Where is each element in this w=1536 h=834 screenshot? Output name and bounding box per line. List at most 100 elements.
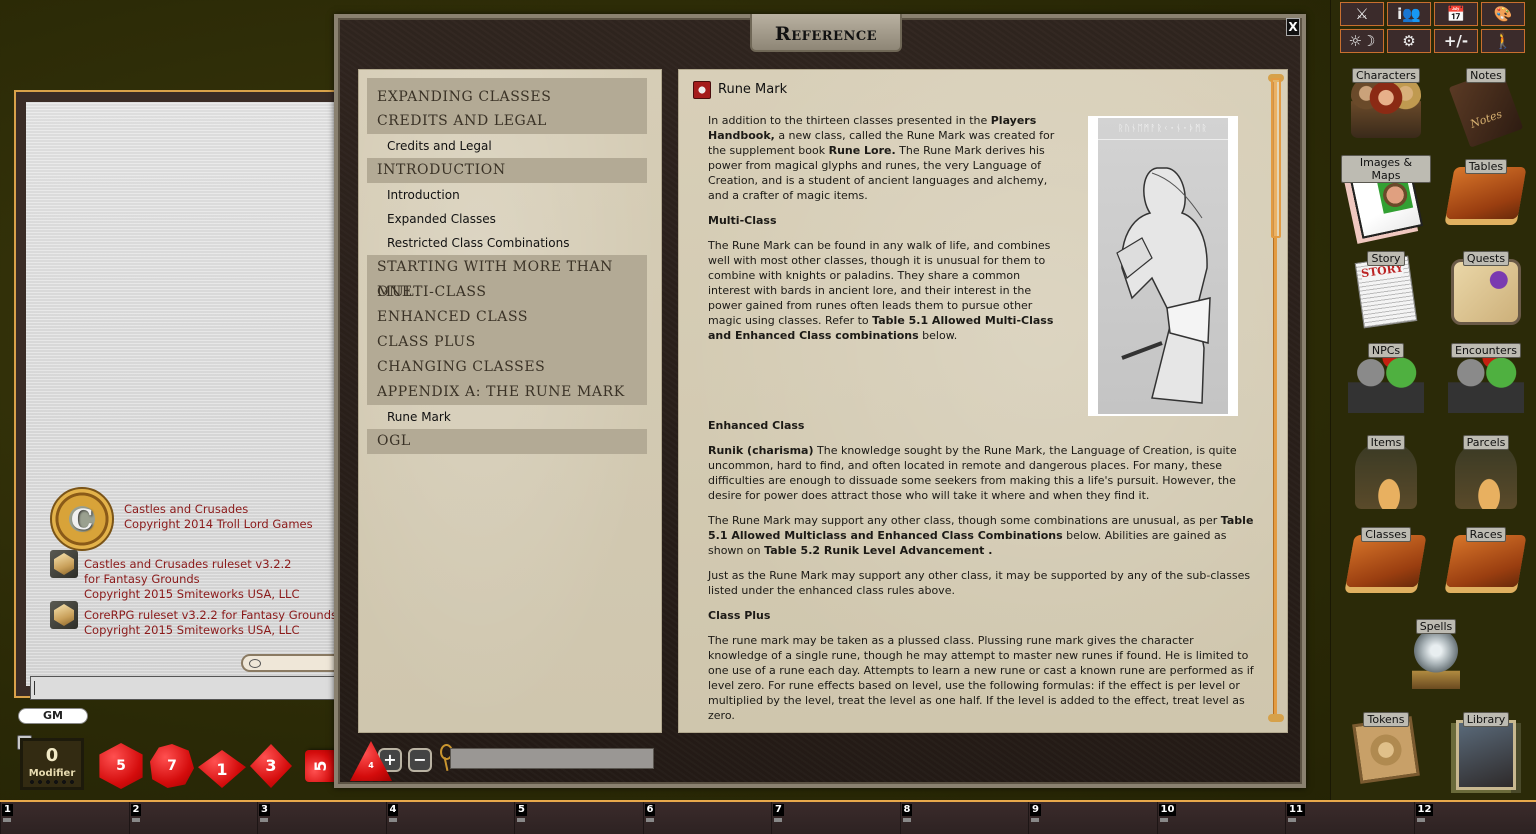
die-d6[interactable]: 5: [305, 750, 337, 782]
sidebar-item-items[interactable]: Items: [1341, 431, 1431, 517]
bold-text: Runik (charisma): [708, 444, 814, 457]
castles-crusades-logo-icon: [50, 487, 114, 551]
hotkey-slot[interactable]: 12: [1413, 802, 1536, 834]
bold-text: Table 5.2 Runik Level Advancement .: [764, 544, 993, 557]
bold-text: Rune Lore.: [828, 144, 896, 157]
die-d12[interactable]: 7: [150, 744, 194, 788]
hotkey-slot[interactable]: 10: [1156, 802, 1285, 834]
sidebar-item-label: Quests: [1462, 251, 1510, 266]
sidebar-item-notes[interactable]: Notes: [1441, 64, 1531, 150]
reference-content[interactable]: Rune Mark In addition to the thirteen cl…: [678, 69, 1288, 733]
modifier-value: 0: [45, 745, 59, 766]
hotkey-slot[interactable]: 7: [771, 802, 899, 834]
toc-section[interactable]: Multi-Class: [367, 280, 647, 305]
hotkey-number: 2: [130, 804, 142, 822]
hotkey-slot[interactable]: 11: [1285, 802, 1413, 834]
scrollbar-thumb[interactable]: [1271, 78, 1281, 238]
remove-button[interactable]: −: [408, 748, 432, 772]
sidebar-item-label: Encounters: [1451, 343, 1521, 358]
npc-icon: [1348, 351, 1424, 413]
modifier-label: Modifier: [28, 768, 76, 779]
search-input[interactable]: [450, 748, 654, 769]
spells-icon: [1412, 627, 1460, 689]
close-button[interactable]: X: [1286, 18, 1300, 36]
chat-entry: CoreRPG ruleset v3.2.2 for Fantasy Groun…: [84, 608, 337, 638]
die-d10[interactable]: 1: [198, 750, 246, 788]
toc-section[interactable]: Enhanced Class: [367, 305, 647, 330]
toc-section[interactable]: Expanding Classes: [367, 78, 647, 109]
options-button[interactable]: ⚙: [1387, 29, 1431, 53]
toc-item[interactable]: Credits and Legal: [367, 134, 647, 158]
sidebar-item-spells[interactable]: Spells: [1391, 615, 1481, 701]
hotkey-slot[interactable]: 4: [385, 802, 514, 834]
hotkey-number: 7: [773, 804, 784, 822]
hotkey-slot[interactable]: 1: [0, 802, 128, 834]
sidebar-item-images[interactable]: Images & Maps: [1341, 155, 1431, 241]
scrollbar-cap-bottom: [1268, 714, 1284, 722]
hotkey-slot[interactable]: 6: [642, 802, 771, 834]
chat-line: Castles and Crusades ruleset v3.2.2: [84, 557, 292, 571]
sidebar-item-label: Spells: [1415, 619, 1457, 634]
reference-title: Reference: [774, 23, 878, 45]
hotkey-slot[interactable]: 8: [899, 802, 1028, 834]
sidebar-item-tokens[interactable]: Tokens: [1341, 708, 1431, 794]
chat-line: Castles and Crusades: [124, 502, 249, 516]
content-scrollbar[interactable]: [1268, 74, 1284, 722]
modifier-box[interactable]: 0 Modifier: [20, 738, 84, 790]
hotkey-number: 1: [2, 804, 13, 822]
chat-log[interactable]: Castles and Crusades Copyright 2014 Trol…: [26, 102, 351, 700]
toc-section[interactable]: Credits and Legal: [367, 109, 647, 134]
die-d20[interactable]: 5: [99, 743, 143, 789]
toc-section[interactable]: Starting with more than one: [367, 255, 647, 300]
sidebar-item-characters[interactable]: Characters: [1341, 64, 1431, 150]
identity-gm-badge[interactable]: GM: [18, 708, 88, 724]
effects-button[interactable]: 🚶: [1481, 29, 1525, 53]
sidebar-item-classes[interactable]: Classes: [1341, 523, 1431, 609]
sidebar-item-parcels[interactable]: Parcels: [1441, 431, 1531, 517]
rune-mark-illustration[interactable]: ᚱᚢᚾᛖᛗᚨᚱᚲ·ᚾ·ᚦᛗᚱ: [1088, 116, 1238, 416]
items-icon: [1355, 443, 1417, 509]
sidebar-item-tables[interactable]: Tables: [1441, 155, 1531, 241]
die-d8[interactable]: 3: [250, 744, 292, 788]
tables-icon: [1445, 167, 1527, 219]
chat-input[interactable]: [30, 676, 342, 700]
toc-section[interactable]: Appendix A: The Rune Mark: [367, 380, 647, 405]
hotkey-slot[interactable]: 3: [257, 802, 385, 834]
sidebar-item-label: Characters: [1351, 68, 1421, 83]
hotkey-number: 8: [901, 804, 913, 822]
toc-section[interactable]: Introduction: [367, 158, 647, 183]
sidebar-item-npc[interactable]: NPCs: [1341, 339, 1431, 425]
toc-item[interactable]: Rune Mark: [367, 405, 647, 429]
races-icon: [1445, 535, 1527, 587]
combat-tracker-button[interactable]: ⚔: [1340, 2, 1384, 26]
reference-title-tab[interactable]: Reference: [750, 14, 902, 52]
sidebar: ⚔i👥📅🎨 ☼☽⚙+/-🚶 Characters Notes Images & Map…: [1330, 0, 1536, 800]
modifiers-button[interactable]: +/-: [1434, 29, 1478, 53]
party-sheet-button[interactable]: i👥: [1387, 2, 1431, 26]
sidebar-item-encounters[interactable]: Encounters: [1441, 339, 1531, 425]
hotkey-slot[interactable]: 2: [128, 802, 257, 834]
ruleset-gem-icon: [50, 550, 78, 578]
hotkey-slot[interactable]: 5: [514, 802, 642, 834]
hotkey-number: 3: [259, 804, 270, 822]
toc-item[interactable]: Introduction: [367, 183, 647, 207]
hotkey-slot[interactable]: 9: [1028, 802, 1156, 834]
toc-section[interactable]: Changing Classes: [367, 355, 647, 380]
sidebar-item-races[interactable]: Races: [1441, 523, 1531, 609]
toc-section[interactable]: OGL: [367, 429, 647, 454]
chat-line: CoreRPG ruleset v3.2.2 for Fantasy Groun…: [84, 608, 338, 622]
sidebar-item-library[interactable]: Library: [1441, 708, 1531, 794]
calendar-button[interactable]: 📅: [1434, 2, 1478, 26]
toc-item[interactable]: Expanded Classes: [367, 207, 647, 231]
classes-icon: [1345, 535, 1427, 587]
sidebar-item-story[interactable]: Story: [1341, 247, 1431, 333]
rune-link-icon[interactable]: [693, 81, 711, 99]
characters-icon: [1351, 76, 1421, 138]
lighting-button[interactable]: ☼☽: [1340, 29, 1384, 53]
toc-item[interactable]: Restricted Class Combinations: [367, 231, 647, 255]
toc-section[interactable]: Class Plus: [367, 330, 647, 355]
sidebar-item-quests[interactable]: Quests: [1441, 247, 1531, 333]
chat-line: Copyright 2015 Smiteworks USA, LLC: [84, 623, 300, 637]
colors-button[interactable]: 🎨: [1481, 2, 1525, 26]
paragraph: The Rune Mark can be found in any walk o…: [708, 238, 1058, 343]
